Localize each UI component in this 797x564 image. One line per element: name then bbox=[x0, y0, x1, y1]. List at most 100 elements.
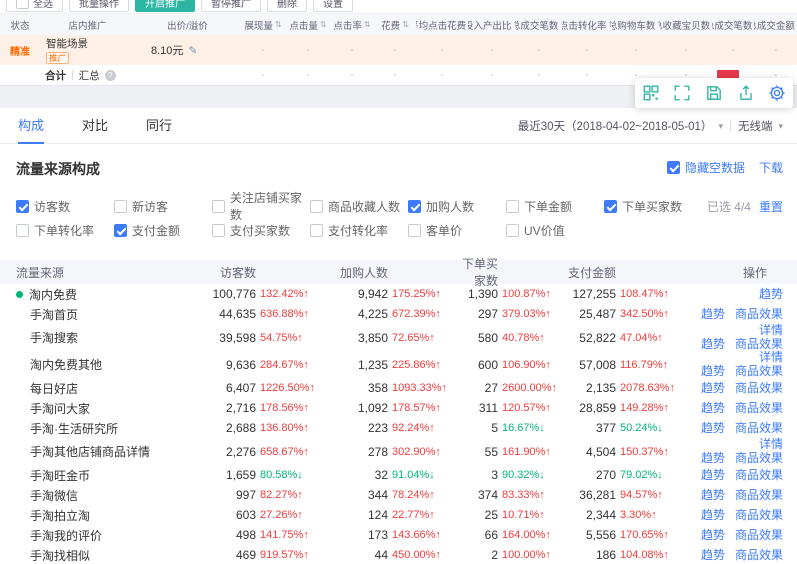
trend-link[interactable]: 趋势 bbox=[701, 469, 725, 482]
filter-row1-4[interactable]: 加购人数 bbox=[408, 198, 506, 215]
trend-link[interactable]: 趋势 bbox=[701, 308, 725, 321]
sort-icon[interactable] bbox=[320, 19, 327, 30]
sort-icon[interactable] bbox=[402, 19, 409, 30]
fullscreen-icon[interactable] bbox=[673, 84, 691, 102]
top-col-header-4[interactable]: 点击量 bbox=[286, 18, 330, 32]
campaign-row[interactable]: 精准 智能场景 推广 8.10元 ------------ bbox=[0, 35, 797, 65]
tab-0[interactable]: 构成 bbox=[18, 108, 44, 144]
reset-link[interactable]: 重置 bbox=[759, 198, 783, 215]
detail-link[interactable]: 详情 bbox=[759, 438, 783, 451]
checkbox-icon[interactable] bbox=[114, 224, 127, 237]
trend-link[interactable]: 趋势 bbox=[701, 382, 725, 395]
filter-row1-3[interactable]: 商品收藏人数 bbox=[310, 198, 408, 215]
filter-row1-6[interactable]: 下单买家数 bbox=[604, 198, 702, 215]
checkbox-icon[interactable] bbox=[408, 200, 421, 213]
product-effect-link[interactable]: 商品效果 bbox=[735, 402, 783, 415]
trend-link[interactable]: 趋势 bbox=[701, 452, 725, 465]
top-button-2[interactable]: 开启推广 bbox=[135, 0, 195, 12]
checkbox-icon[interactable] bbox=[212, 224, 225, 237]
top-col-header-5[interactable]: 点击率 bbox=[330, 18, 374, 32]
top-button-4[interactable]: 删除 bbox=[267, 0, 307, 12]
trend-link[interactable]: 趋势 bbox=[759, 288, 783, 301]
help-icon[interactable] bbox=[105, 70, 116, 81]
hide-empty-label: 隐藏空数据 bbox=[685, 159, 745, 176]
tab-2[interactable]: 同行 bbox=[146, 108, 172, 144]
top-col-header-12[interactable]: 总收藏宝贝数 bbox=[660, 18, 712, 32]
top-button-3[interactable]: 暂停推广 bbox=[201, 0, 261, 12]
campaign-name[interactable]: 智能场景 bbox=[46, 36, 88, 51]
checkbox-icon[interactable] bbox=[16, 200, 29, 213]
checkbox-icon[interactable] bbox=[310, 224, 323, 237]
checkbox-icon[interactable] bbox=[16, 0, 29, 9]
top-button-1[interactable]: 批量操作 bbox=[69, 0, 129, 12]
filter-row1-2[interactable]: 关注店铺买家数 bbox=[212, 189, 310, 223]
top-col-header-7[interactable]: 平均点击花费 bbox=[416, 18, 468, 32]
product-effect-link[interactable]: 商品效果 bbox=[735, 308, 783, 321]
detail-link[interactable]: 详情 bbox=[759, 351, 783, 364]
product-effect-link[interactable]: 商品效果 bbox=[735, 382, 783, 395]
checkbox-icon[interactable] bbox=[212, 200, 225, 213]
product-effect-link[interactable]: 商品效果 bbox=[735, 422, 783, 435]
trend-link[interactable]: 趋势 bbox=[701, 529, 725, 542]
date-range-selector[interactable]: 最近30天（2018-04-02~2018-05-01） bbox=[518, 118, 713, 134]
terminal-selector[interactable]: 无线端 bbox=[738, 118, 773, 134]
product-effect-link[interactable]: 商品效果 bbox=[735, 365, 783, 378]
hide-empty-toggle[interactable]: 隐藏空数据 bbox=[667, 159, 745, 176]
edit-bid-icon[interactable] bbox=[188, 44, 197, 57]
filter-row2-5[interactable]: UV价值 bbox=[506, 222, 604, 239]
checkbox-icon[interactable] bbox=[16, 224, 29, 237]
filter-label: UV价值 bbox=[524, 222, 565, 239]
product-effect-link[interactable]: 商品效果 bbox=[735, 509, 783, 522]
share-icon[interactable] bbox=[737, 84, 755, 102]
top-button-0[interactable]: 全选 bbox=[6, 0, 63, 12]
save-icon[interactable] bbox=[705, 84, 723, 102]
trend-link[interactable]: 趋势 bbox=[701, 338, 725, 351]
top-col-header-10[interactable]: 点击转化率 bbox=[562, 18, 612, 32]
download-link[interactable]: 下载 bbox=[759, 159, 783, 176]
trend-link[interactable]: 趋势 bbox=[701, 489, 725, 502]
checkbox-icon[interactable] bbox=[408, 224, 421, 237]
top-col-header-6[interactable]: 花费 bbox=[374, 18, 416, 32]
tab-1[interactable]: 对比 bbox=[82, 108, 108, 144]
filter-row1-0[interactable]: 访客数 bbox=[16, 198, 114, 215]
filter-row2-3[interactable]: 支付转化率 bbox=[310, 222, 408, 239]
top-col-header-14[interactable]: 总成交金额 bbox=[754, 18, 797, 32]
filter-row2-2[interactable]: 支付买家数 bbox=[212, 222, 310, 239]
filter-row2-0[interactable]: 下单转化率 bbox=[16, 222, 114, 239]
product-effect-link[interactable]: 商品效果 bbox=[735, 549, 783, 562]
trend-link[interactable]: 趋势 bbox=[701, 509, 725, 522]
sort-icon[interactable] bbox=[364, 19, 371, 30]
top-col-header-13[interactable]: 总成交笔数 bbox=[712, 18, 754, 32]
checkbox-icon[interactable] bbox=[506, 224, 519, 237]
trend-link[interactable]: 趋势 bbox=[701, 549, 725, 562]
table-row: 手淘我的评价498141.75%↑173143.66%↑66164.00%↑5,… bbox=[0, 525, 797, 545]
top-col-header-11[interactable]: 总购物车数 bbox=[612, 18, 660, 32]
product-effect-link[interactable]: 商品效果 bbox=[735, 452, 783, 465]
dash-cell: - bbox=[286, 70, 330, 81]
trend-link[interactable]: 趋势 bbox=[701, 422, 725, 435]
checkbox-icon[interactable] bbox=[114, 200, 127, 213]
top-button-5[interactable]: 设置 bbox=[313, 0, 353, 12]
trend-link[interactable]: 趋势 bbox=[701, 365, 725, 378]
product-effect-link[interactable]: 商品效果 bbox=[735, 529, 783, 542]
checkbox-icon[interactable] bbox=[310, 200, 323, 213]
trend-link[interactable]: 趋势 bbox=[701, 402, 725, 415]
table-body: 淘内免费100,776132.42%↑9,942175.25%↑1,390100… bbox=[0, 284, 797, 564]
checkbox-icon[interactable] bbox=[604, 200, 617, 213]
qr-code-icon[interactable] bbox=[642, 84, 660, 102]
filter-row2-1[interactable]: 支付金额 bbox=[114, 222, 212, 239]
checkbox-icon[interactable] bbox=[667, 161, 680, 174]
sort-icon[interactable] bbox=[275, 19, 282, 30]
product-effect-link[interactable]: 商品效果 bbox=[735, 469, 783, 482]
pay-value: 5,556 bbox=[558, 528, 616, 542]
settings-icon[interactable] bbox=[768, 84, 786, 102]
top-col-header-8[interactable]: 投入产出比 bbox=[468, 18, 516, 32]
filter-row1-1[interactable]: 新访客 bbox=[114, 198, 212, 215]
checkbox-icon[interactable] bbox=[506, 200, 519, 213]
top-col-header-3[interactable]: 展现量 bbox=[240, 18, 286, 32]
detail-link[interactable]: 详情 bbox=[759, 324, 783, 337]
filter-row1-5[interactable]: 下单金额 bbox=[506, 198, 604, 215]
top-col-header-9[interactable]: 总成交笔数 bbox=[516, 18, 562, 32]
product-effect-link[interactable]: 商品效果 bbox=[735, 489, 783, 502]
filter-row2-4[interactable]: 客单价 bbox=[408, 222, 506, 239]
